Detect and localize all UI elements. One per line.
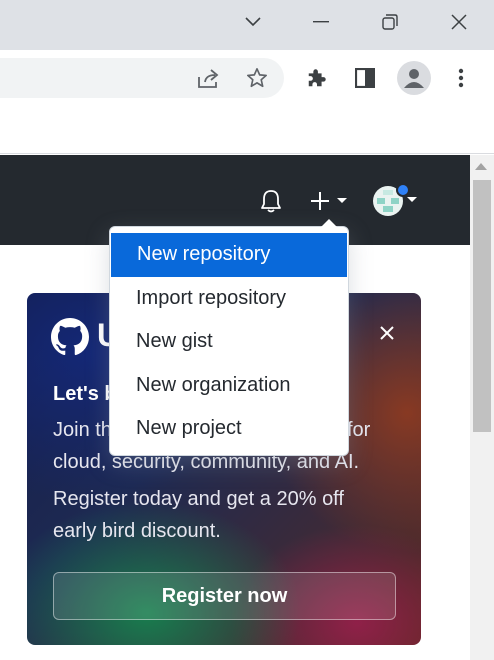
bell-icon	[261, 190, 281, 213]
promo-close-button[interactable]	[375, 321, 399, 345]
caret-down-icon	[407, 197, 417, 202]
promo-line-4: early bird discount.	[53, 520, 221, 542]
extensions-button[interactable]	[302, 63, 332, 93]
plus-icon	[311, 192, 329, 210]
notifications-button[interactable]	[256, 186, 286, 216]
chevron-down-icon	[245, 17, 261, 27]
profile-icon	[404, 69, 424, 88]
minimize-icon	[313, 21, 329, 23]
bookmark-button[interactable]	[242, 63, 272, 93]
menu-item-import-repository[interactable]: Import repository	[110, 277, 348, 321]
browser-toolbar	[0, 50, 494, 106]
tab-search-button[interactable]	[237, 8, 269, 36]
menu-item-new-project[interactable]: New project	[110, 407, 348, 451]
avatar-menu-caret[interactable]	[406, 195, 418, 205]
close-icon	[451, 14, 467, 30]
profile-button[interactable]	[397, 61, 431, 95]
bookmarks-bar	[0, 106, 494, 154]
restore-button[interactable]	[374, 8, 406, 36]
menu-kebab-icon	[458, 68, 464, 88]
create-new-button[interactable]	[306, 186, 352, 216]
dropdown-caret	[321, 219, 337, 227]
create-new-dropdown: New repository Import repository New gis…	[109, 219, 349, 456]
close-icon	[380, 326, 394, 340]
share-icon	[198, 69, 219, 88]
caret-down-icon	[337, 198, 347, 203]
promo-heading: Let's b	[53, 383, 117, 405]
menu-item-new-repository[interactable]: New repository	[111, 233, 347, 277]
register-now-button[interactable]: Register now	[53, 572, 396, 620]
share-button[interactable]	[194, 63, 224, 93]
browser-menu-button[interactable]	[446, 63, 476, 93]
restore-icon	[382, 14, 398, 30]
bookmark-star-icon	[247, 68, 267, 88]
browser-titlebar	[0, 0, 494, 50]
scroll-up-arrow-icon[interactable]	[475, 163, 487, 170]
menu-item-new-organization[interactable]: New organization	[110, 364, 348, 408]
scrollbar-thumb[interactable]	[473, 180, 491, 432]
close-window-button[interactable]	[443, 8, 475, 36]
promo-line-3: Register today and get a 20% off	[53, 488, 344, 510]
menu-item-new-gist[interactable]: New gist	[110, 320, 348, 364]
extensions-icon	[308, 69, 326, 87]
minimize-button[interactable]	[305, 8, 337, 36]
github-logo-icon	[51, 318, 89, 356]
side-panel-icon	[355, 68, 375, 88]
side-panel-button[interactable]	[350, 63, 380, 93]
promo-line-1-right: for	[347, 419, 371, 441]
